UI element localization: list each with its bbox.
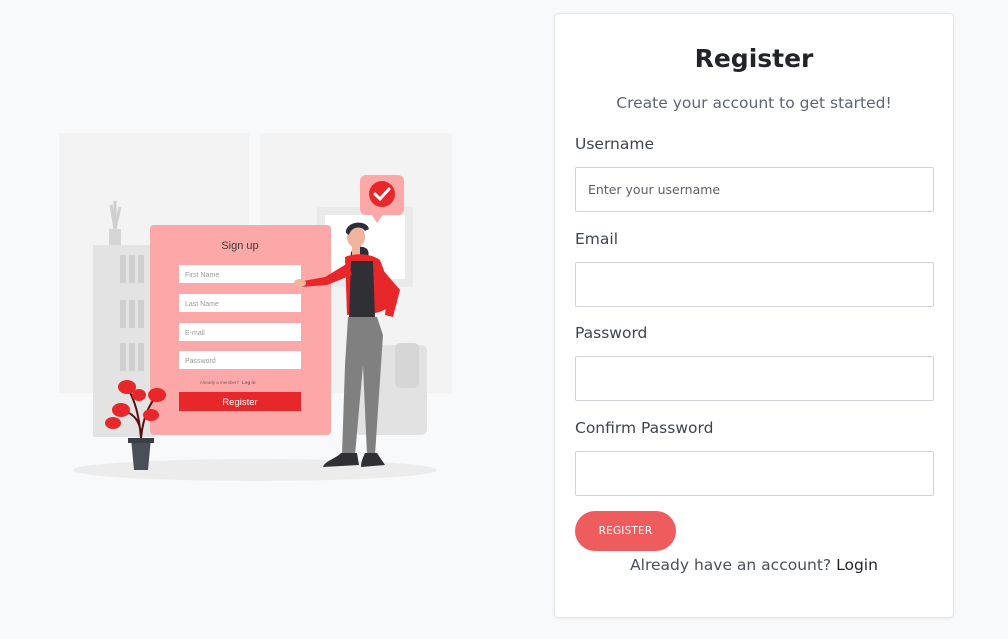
register-button[interactable]: REGISTER bbox=[575, 511, 676, 551]
confirm-password-input[interactable] bbox=[575, 451, 934, 496]
illustration-register-button: Register bbox=[222, 397, 257, 408]
illustration-field-email: E-mail bbox=[185, 330, 205, 337]
username-label: Username bbox=[575, 135, 655, 153]
password-input[interactable] bbox=[575, 356, 934, 401]
signup-illustration: Sign up First Name Last Name E-mail Pass… bbox=[55, 125, 455, 490]
register-page: Sign up First Name Last Name E-mail Pass… bbox=[0, 0, 1008, 639]
login-link[interactable]: Login bbox=[836, 556, 878, 574]
illustration-footer-text: Already a member? bbox=[200, 380, 240, 385]
login-prompt-text: Already have an account? bbox=[630, 556, 832, 574]
email-input[interactable] bbox=[575, 262, 934, 307]
illustration-field-password: Password bbox=[185, 358, 216, 365]
email-label: Email bbox=[575, 230, 619, 248]
illustration-field-last-name: Last Name bbox=[185, 301, 219, 308]
login-prompt-row: Already have an account? Login bbox=[555, 556, 953, 574]
register-card: Register Create your account to get star… bbox=[554, 13, 954, 618]
illustration-footer-link: Log in bbox=[242, 380, 256, 385]
confirm-password-label: Confirm Password bbox=[575, 419, 714, 437]
username-input[interactable] bbox=[575, 167, 934, 212]
illustration-field-first-name: First Name bbox=[185, 272, 219, 279]
page-subtitle: Create your account to get started! bbox=[616, 94, 892, 112]
illustration-form-title: Sign up bbox=[221, 240, 258, 252]
password-label: Password bbox=[575, 324, 648, 342]
page-title: Register bbox=[694, 44, 814, 73]
